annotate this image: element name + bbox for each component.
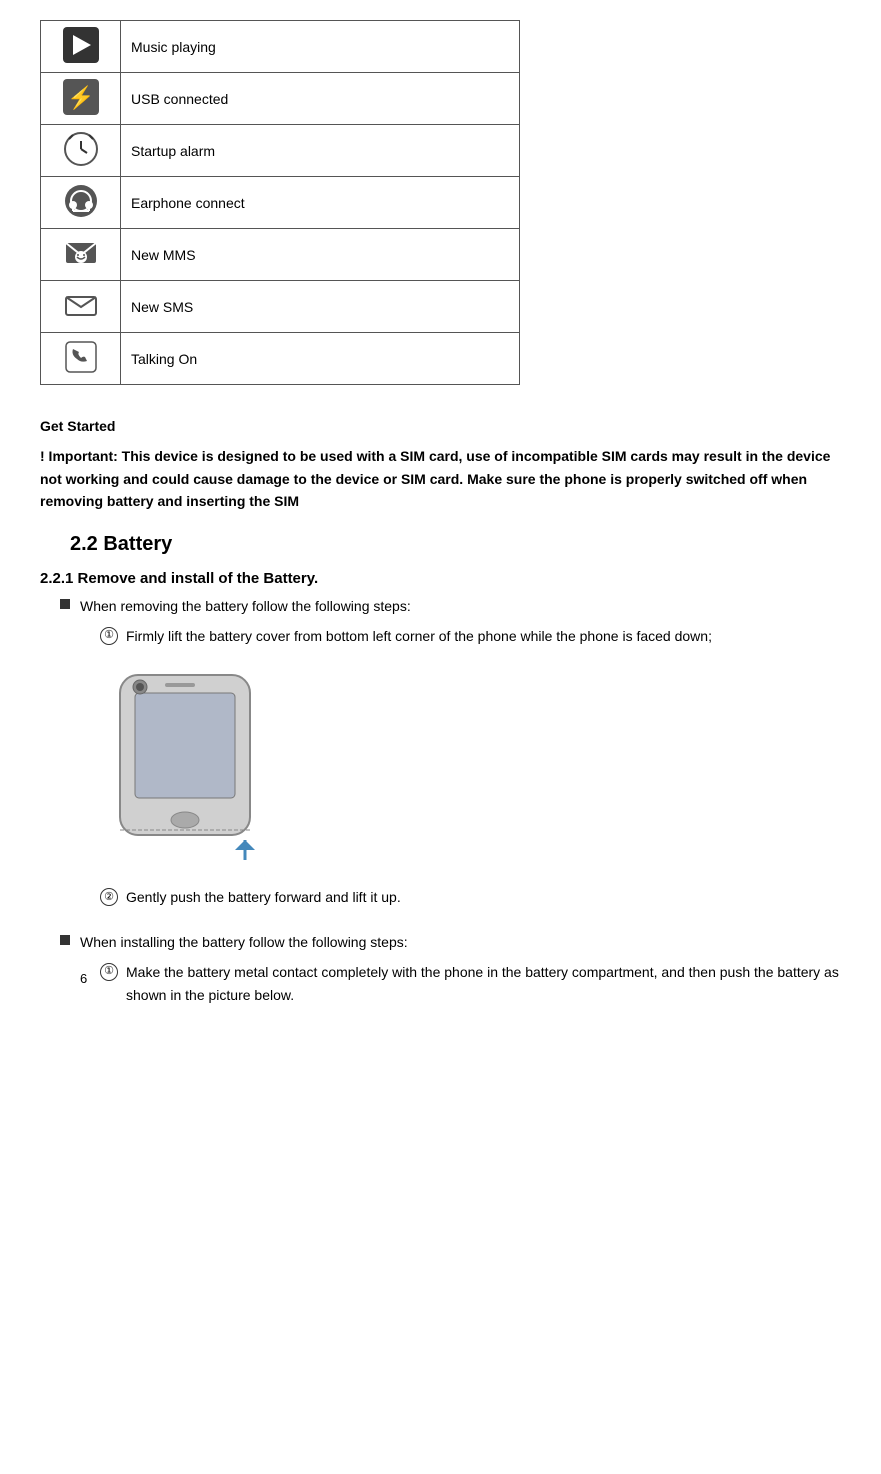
section-2-2-1-heading: 2.2.1 Remove and install of the Battery. <box>40 570 841 587</box>
desc-cell: USB connected <box>121 73 520 125</box>
page-number: 6 <box>80 971 87 986</box>
section-2-2-heading: 2.2 Battery <box>70 533 841 556</box>
phone-diagram <box>90 665 841 868</box>
icon-table: Music playing ⚡ USB connectedStartup alarm… <box>40 20 520 385</box>
icon-cell <box>41 229 121 281</box>
table-row: Talking On <box>41 333 520 385</box>
get-started-warning: ! Important: This device is designed to … <box>40 445 841 512</box>
table-row: New MMS <box>41 229 520 281</box>
get-started-section: Get Started ! Important: This device is … <box>40 415 841 513</box>
remove-battery-list: When removing the battery follow the fol… <box>60 595 841 617</box>
desc-cell: Talking On <box>121 333 520 385</box>
remove-battery-intro: When removing the battery follow the fol… <box>80 595 411 617</box>
remove-step-2-text: Gently push the battery forward and lift… <box>126 886 401 908</box>
install-step-1: ① Make the battery metal contact complet… <box>100 961 841 1006</box>
remove-step-2: ② Gently push the battery forward and li… <box>100 886 841 908</box>
remove-step-1-text: Firmly lift the battery cover from botto… <box>126 625 712 647</box>
bullet-icon-2 <box>60 935 70 945</box>
install-battery-intro: When installing the battery follow the f… <box>80 931 408 953</box>
svg-text:⚡: ⚡ <box>67 85 94 111</box>
icon-cell <box>41 333 121 385</box>
step-num-2: ② <box>100 888 118 906</box>
table-row: New SMS <box>41 281 520 333</box>
desc-cell: New SMS <box>121 281 520 333</box>
install-battery-item: When installing the battery follow the f… <box>60 931 841 953</box>
step-num-1: ① <box>100 627 118 645</box>
remove-steps-list-2: ② Gently push the battery forward and li… <box>100 886 841 908</box>
install-battery-list: When installing the battery follow the f… <box>60 931 841 953</box>
install-step-1-text: Make the battery metal contact completel… <box>126 961 841 1006</box>
table-row: Music playing <box>41 21 520 73</box>
desc-cell: Earphone connect <box>121 177 520 229</box>
remove-step-1: ① Firmly lift the battery cover from bot… <box>100 625 841 647</box>
icon-cell <box>41 21 121 73</box>
table-row: Earphone connect <box>41 177 520 229</box>
icon-cell <box>41 281 121 333</box>
desc-cell: Startup alarm <box>121 125 520 177</box>
icon-cell <box>41 125 121 177</box>
remove-steps-list: ① Firmly lift the battery cover from bot… <box>100 625 841 647</box>
install-step-num-1: ① <box>100 963 118 981</box>
table-row: Startup alarm <box>41 125 520 177</box>
table-row: ⚡ USB connected <box>41 73 520 125</box>
bullet-icon <box>60 599 70 609</box>
remove-battery-item: When removing the battery follow the fol… <box>60 595 841 617</box>
icon-cell <box>41 177 121 229</box>
desc-cell: Music playing <box>121 21 520 73</box>
install-steps-list: ① Make the battery metal contact complet… <box>100 961 841 1006</box>
icon-cell: ⚡ <box>41 73 121 125</box>
desc-cell: New MMS <box>121 229 520 281</box>
phone-svg <box>90 665 310 865</box>
get-started-title: Get Started <box>40 415 841 437</box>
